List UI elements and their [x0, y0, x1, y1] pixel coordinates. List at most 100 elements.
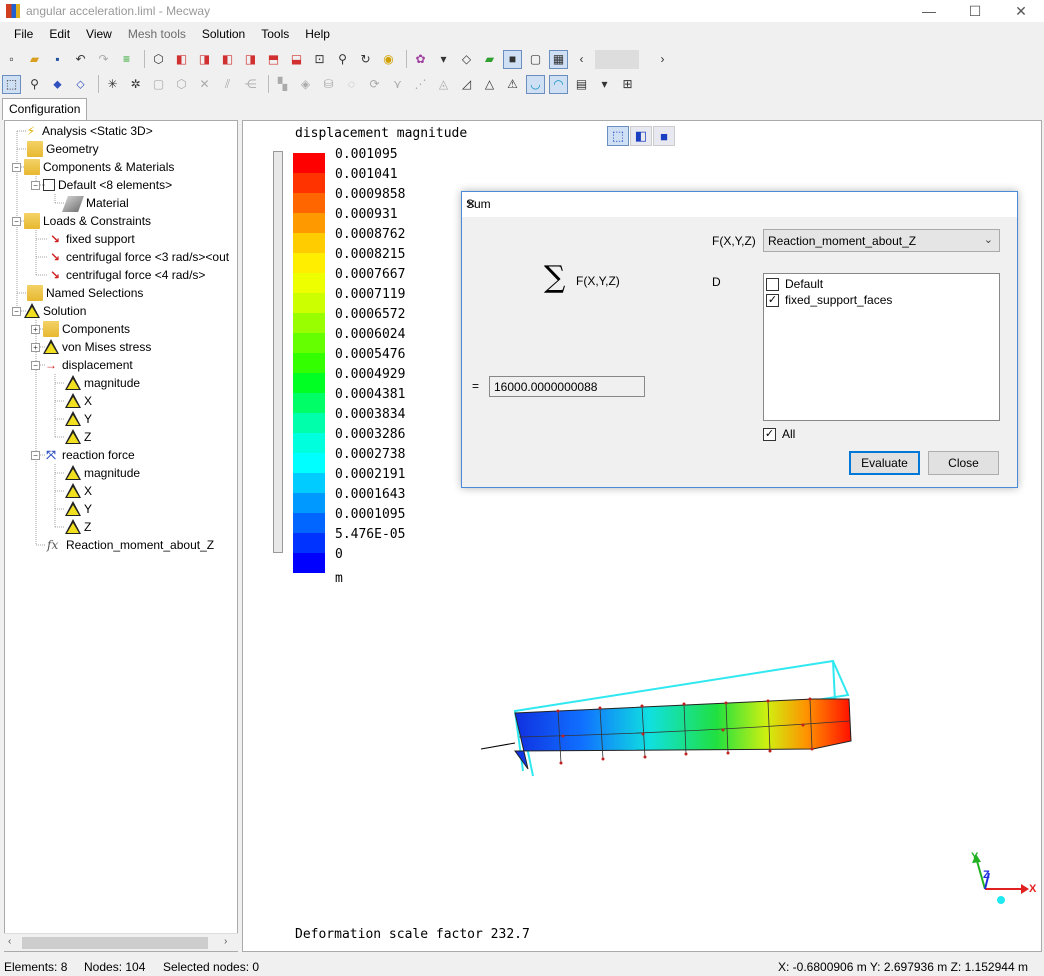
- maximize-button[interactable]: ☐: [952, 0, 998, 22]
- cube-front-icon[interactable]: ◧: [172, 50, 191, 69]
- menu-help[interactable]: Help: [297, 27, 338, 41]
- select-element-icon[interactable]: ⬥: [48, 75, 67, 94]
- tree-item-solution[interactable]: − Solution: [12, 302, 86, 320]
- tool-a-icon[interactable]: ▚: [273, 75, 292, 94]
- menu-edit[interactable]: Edit: [41, 27, 78, 41]
- domain-listbox[interactable]: Default ✓ fixed_support_faces: [763, 273, 1000, 421]
- tool-h-icon[interactable]: ◬: [434, 75, 453, 94]
- close-window-button[interactable]: ✕: [998, 0, 1044, 22]
- scroll-thumb[interactable]: [595, 49, 639, 69]
- tree-item-rf-z[interactable]: Z: [65, 518, 91, 536]
- animate-icon[interactable]: ▤: [572, 75, 591, 94]
- checkbox-all[interactable]: ✓: [763, 427, 776, 441]
- look-icon[interactable]: ◉: [379, 50, 398, 69]
- animate-dropdown-icon[interactable]: ▾: [595, 75, 614, 94]
- tree-item-rf-x[interactable]: X: [65, 482, 92, 500]
- select-node-icon[interactable]: ⚲: [25, 75, 44, 94]
- collapse-icon[interactable]: −: [31, 180, 40, 190]
- tree-item-fixed-support[interactable]: ↘ fixed support: [47, 230, 135, 248]
- redo-icon[interactable]: ↷: [94, 50, 113, 69]
- tree-item-reaction-force[interactable]: − ⤧ reaction force: [31, 446, 135, 464]
- cube-gray-icon[interactable]: ⬡: [172, 75, 191, 94]
- view-cube-solid-icon[interactable]: ◧: [630, 126, 652, 146]
- menu-file[interactable]: File: [6, 27, 41, 41]
- undo-icon[interactable]: ↶: [71, 50, 90, 69]
- cube-bottom-icon[interactable]: ⬓: [287, 50, 306, 69]
- tool-e-icon[interactable]: ⟳: [365, 75, 384, 94]
- tree-item-components-materials[interactable]: − Components & Materials: [12, 158, 174, 176]
- dialog-close-icon[interactable]: ✕: [466, 197, 1009, 211]
- tree-item-disp-z[interactable]: Z: [65, 428, 91, 446]
- select-icon[interactable]: ⬚: [2, 74, 21, 94]
- tab-configuration[interactable]: Configuration: [2, 98, 88, 120]
- tree-item-components[interactable]: + Components: [31, 320, 130, 338]
- tree-item-material[interactable]: Material: [62, 194, 129, 212]
- collapse-icon[interactable]: −: [12, 306, 21, 316]
- checkbox-fixed-support-faces[interactable]: ✓: [766, 293, 779, 307]
- delete-icon[interactable]: ✕: [195, 75, 214, 94]
- mesh-view-icon[interactable]: ▦: [549, 49, 568, 69]
- collapse-icon[interactable]: −: [12, 162, 21, 172]
- rotate-icon[interactable]: ↻: [356, 50, 375, 69]
- split-icon[interactable]: ⫽: [218, 75, 237, 94]
- scroll-left-arrow-icon[interactable]: ‹: [8, 936, 11, 947]
- tree-item-disp-y[interactable]: Y: [65, 410, 92, 428]
- tree-item-centrifugal-4[interactable]: ↘ centrifugal force <4 rad/s>: [47, 266, 205, 284]
- list-item-fixed-support-faces[interactable]: ✓ fixed_support_faces: [766, 292, 892, 308]
- collapse-icon[interactable]: −: [12, 216, 21, 226]
- evaluate-button[interactable]: Evaluate: [849, 451, 920, 475]
- select-face-icon[interactable]: ⬦: [71, 75, 90, 94]
- tree-item-disp-magnitude[interactable]: magnitude: [65, 374, 140, 392]
- cube-wire-icon[interactable]: ⬡: [149, 50, 168, 69]
- checkbox-default[interactable]: [766, 277, 779, 291]
- wireframe-icon[interactable]: ▢: [526, 50, 545, 69]
- menu-tools[interactable]: Tools: [253, 27, 297, 41]
- merge-icon[interactable]: ⋲: [241, 75, 260, 94]
- function-select[interactable]: Reaction_moment_about_Z ⌄: [763, 229, 1000, 252]
- tree-item-loads-constraints[interactable]: − Loads & Constraints: [12, 212, 151, 230]
- paint-icon[interactable]: ✿: [411, 50, 430, 69]
- triangle-icon[interactable]: △: [480, 75, 499, 94]
- table-icon[interactable]: ⊞: [618, 75, 637, 94]
- view-cube-outline-icon[interactable]: ⬚: [607, 126, 629, 146]
- scroll-right-icon[interactable]: ›: [653, 50, 672, 69]
- tree-item-rf-y[interactable]: Y: [65, 500, 92, 518]
- zoom-fit-icon[interactable]: ⊡: [310, 50, 329, 69]
- tree-item-default[interactable]: − Default <8 elements>: [31, 176, 172, 194]
- open-folder-icon[interactable]: ▰: [25, 50, 44, 69]
- cube-right-icon[interactable]: ◨: [241, 50, 260, 69]
- scrollbar-thumb[interactable]: [22, 937, 208, 949]
- tool-g-icon[interactable]: ⋰: [411, 75, 430, 94]
- explode-icon[interactable]: ✳: [103, 75, 122, 94]
- expand-icon[interactable]: +: [31, 342, 40, 352]
- tool-i-icon[interactable]: ◿: [457, 75, 476, 94]
- tool-f-icon[interactable]: ⋎: [388, 75, 407, 94]
- scroll-right-arrow-icon[interactable]: ›: [224, 936, 227, 947]
- deform-icon[interactable]: ◡: [526, 74, 545, 94]
- tree-item-displacement[interactable]: − → displacement: [31, 356, 133, 374]
- tree-item-von-mises[interactable]: + von Mises stress: [31, 338, 151, 356]
- tree-item-reaction-moment[interactable]: fx Reaction_moment_about_Z: [47, 536, 214, 554]
- tree-horizontal-scrollbar[interactable]: ‹ ›: [4, 933, 238, 951]
- save-icon[interactable]: ▪: [48, 50, 67, 69]
- new-file-icon[interactable]: ▫: [2, 50, 21, 69]
- perspective-icon[interactable]: ◇: [457, 50, 476, 69]
- all-checkbox-row[interactable]: ✓ All: [763, 427, 795, 441]
- result-field[interactable]: 16000.0000000088: [489, 376, 645, 397]
- tree-item-centrifugal-3[interactable]: ↘ centrifugal force <3 rad/s><out: [47, 248, 229, 266]
- zoom-icon[interactable]: ⚲: [333, 50, 352, 69]
- tool-c-icon[interactable]: ⛁: [319, 75, 338, 94]
- tree-item-rf-magnitude[interactable]: magnitude: [65, 464, 140, 482]
- tree-item-analysis[interactable]: ⚡ Analysis <Static 3D>: [23, 122, 153, 140]
- menu-view[interactable]: View: [78, 27, 120, 41]
- spread-icon[interactable]: ✲: [126, 75, 145, 94]
- collapse-icon[interactable]: −: [31, 360, 40, 370]
- tree-item-geometry[interactable]: Geometry: [27, 140, 99, 158]
- view-cube-blue-icon[interactable]: ■: [653, 126, 675, 146]
- equals-icon[interactable]: ≡: [117, 50, 136, 69]
- cube-back-icon[interactable]: ◨: [195, 50, 214, 69]
- close-button[interactable]: Close: [928, 451, 999, 475]
- collapse-icon[interactable]: −: [31, 450, 40, 460]
- undeformed-icon[interactable]: ◠: [549, 74, 568, 94]
- tree-item-disp-x[interactable]: X: [65, 392, 92, 410]
